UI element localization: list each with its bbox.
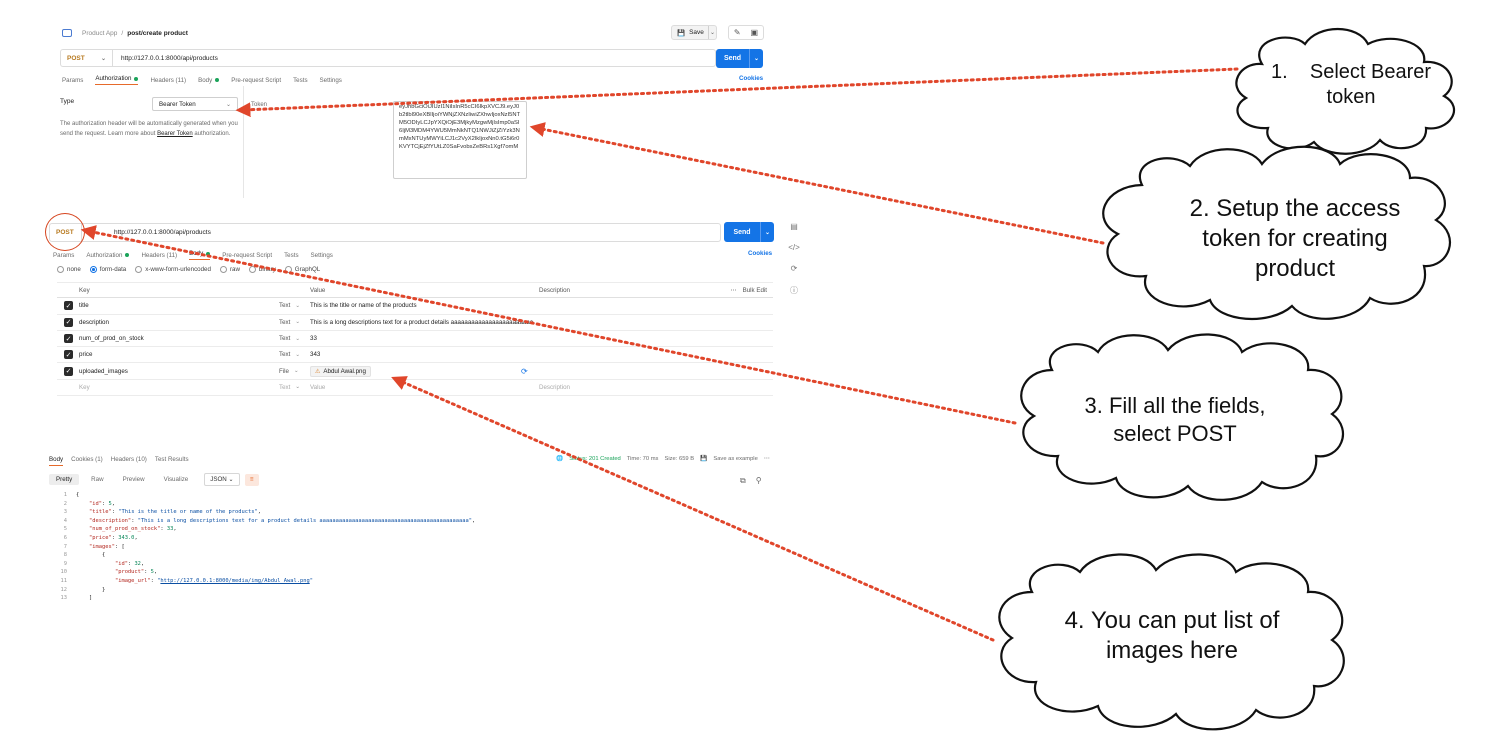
arrow-3 xyxy=(80,225,1017,425)
callout-number: 2. xyxy=(1189,195,1210,222)
callout-text: Setup the access token for creating prod… xyxy=(1202,195,1401,282)
callout-number: 3. xyxy=(1084,393,1103,418)
arrow-2 xyxy=(529,122,1105,245)
callout-3: 3. Fill all the fields, select POST xyxy=(1060,392,1290,447)
callout-1: 1. Select Bearer token xyxy=(1256,60,1446,110)
arrow-1 xyxy=(235,67,1239,118)
arrow-4 xyxy=(391,376,995,642)
callout-number: 4. xyxy=(1064,607,1085,634)
callout-text: Fill all the fields, select POST xyxy=(1108,393,1266,446)
callout-2: 2. Setup the access token for creating p… xyxy=(1160,194,1430,284)
callout-text: Select Bearer token xyxy=(1309,61,1432,108)
callout-number: 1. xyxy=(1270,61,1288,83)
callout-4: 4. You can put list of images here xyxy=(1040,606,1304,666)
callout-text: You can put list of images here xyxy=(1090,607,1280,664)
